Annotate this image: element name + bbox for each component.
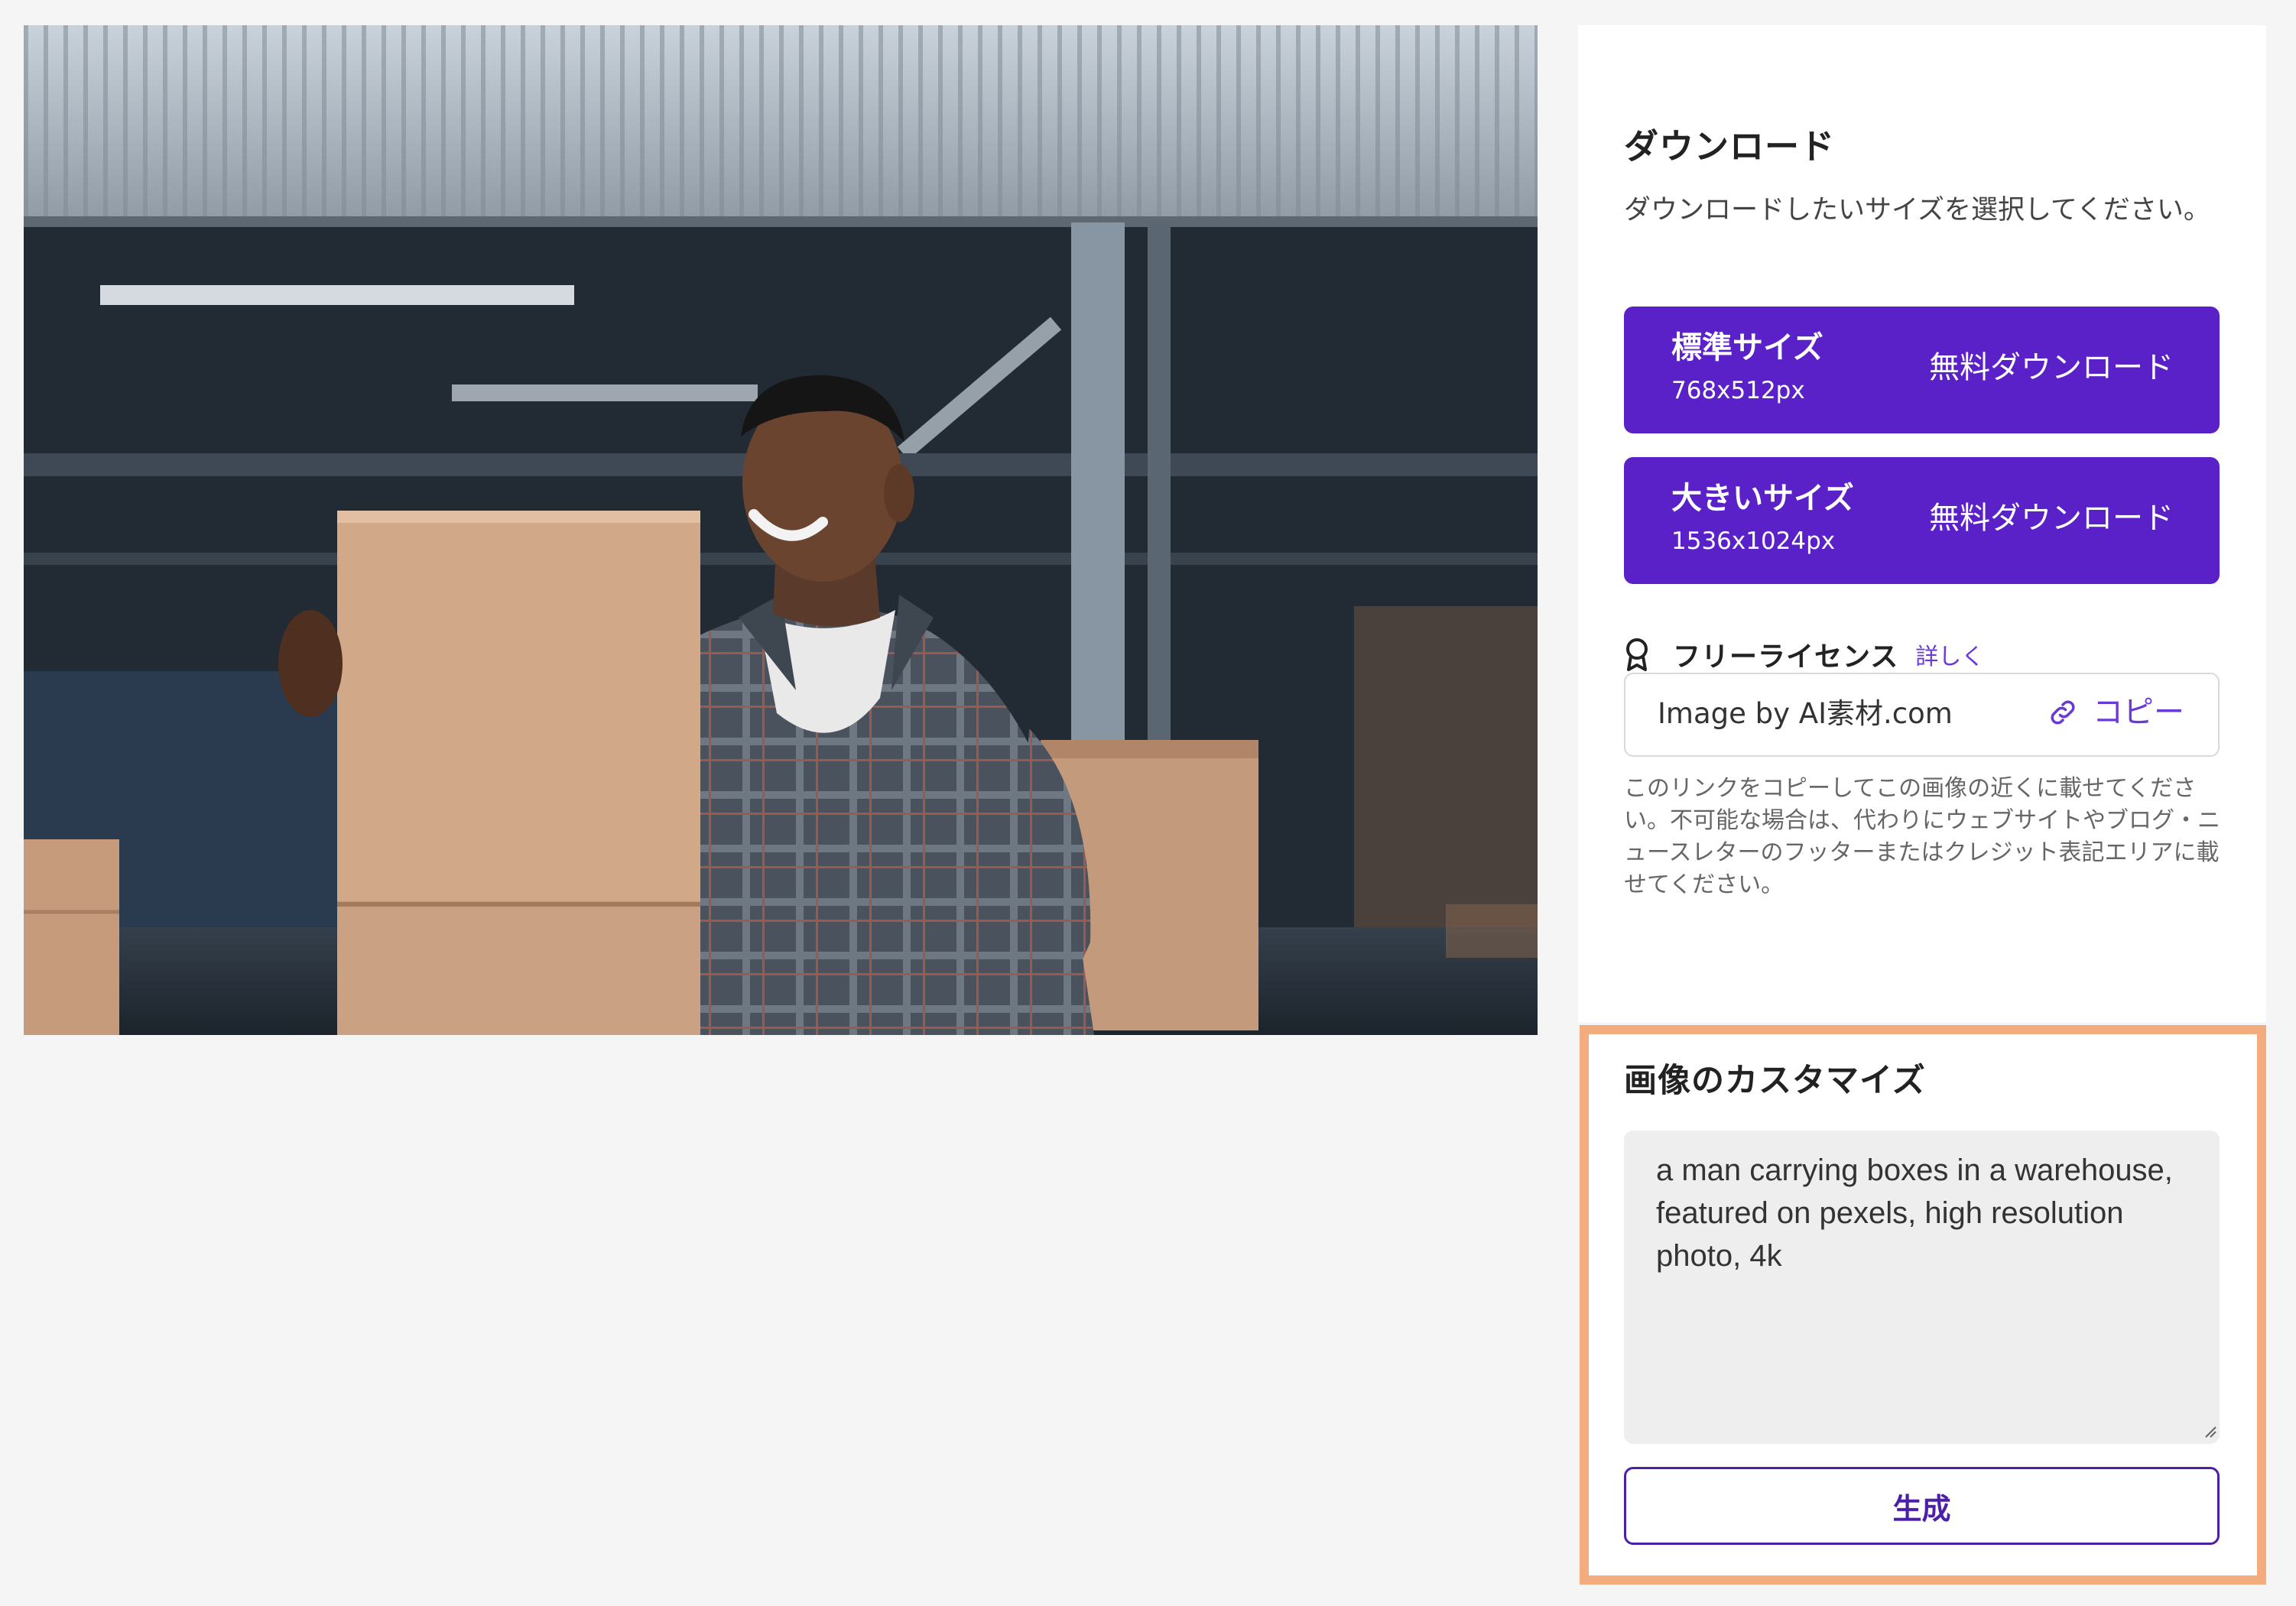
- resize-handle-icon[interactable]: [2203, 1424, 2216, 1438]
- download-description: ダウンロードしたいサイズを選択してください。: [1624, 195, 2210, 225]
- credit-text: Image by AI素材.com: [1658, 697, 1953, 730]
- license-notice: このリンクをコピーしてこの画像の近くに載せてください。不可能な場合は、代わりにウ…: [1624, 775, 2220, 898]
- large-size-label: 大きいサイズ: [1671, 481, 1854, 516]
- generate-button[interactable]: 生成: [1624, 1467, 2220, 1545]
- standard-size-dimensions: 768x512px: [1671, 377, 1805, 404]
- large-size-dimensions: 1536x1024px: [1671, 527, 1836, 555]
- ribbon-icon: [1626, 638, 1648, 671]
- download-panel: ダウンロード ダウンロードしたいサイズを選択してください。 標準サイズ 768x…: [1578, 25, 2266, 1023]
- license-title: フリーライセンス: [1673, 641, 1899, 673]
- download-standard-button[interactable]: 標準サイズ 768x512px 無料ダウンロード: [1624, 307, 2220, 433]
- license-details-link[interactable]: 詳しく: [1915, 638, 1984, 671]
- prompt-textarea[interactable]: a man carrying boxes in a warehouse, fea…: [1624, 1131, 2220, 1444]
- standard-free-download-label: 無料ダウンロード: [1929, 350, 2174, 385]
- link-icon: [2051, 700, 2075, 725]
- generated-image: [24, 25, 1538, 1035]
- customize-title: 画像のカスタマイズ: [1624, 1062, 1926, 1100]
- download-large-button[interactable]: 大きいサイズ 1536x1024px 無料ダウンロード: [1624, 457, 2220, 584]
- license-header: フリーライセンス 詳しく: [1624, 635, 1984, 673]
- credit-field[interactable]: Image by AI素材.com コピー: [1624, 673, 2220, 757]
- page: ダウンロード ダウンロードしたいサイズを選択してください。 標準サイズ 768x…: [0, 0, 2296, 1606]
- large-free-download-label: 無料ダウンロード: [1929, 501, 2174, 536]
- customize-section: 画像のカスタマイズ a man carrying boxes in a ware…: [1580, 1025, 2266, 1585]
- standard-size-label: 標準サイズ: [1671, 330, 1823, 365]
- copy-button[interactable]: コピー: [2047, 694, 2184, 731]
- download-title: ダウンロード: [1624, 126, 1836, 167]
- copy-label: コピー: [2093, 695, 2184, 730]
